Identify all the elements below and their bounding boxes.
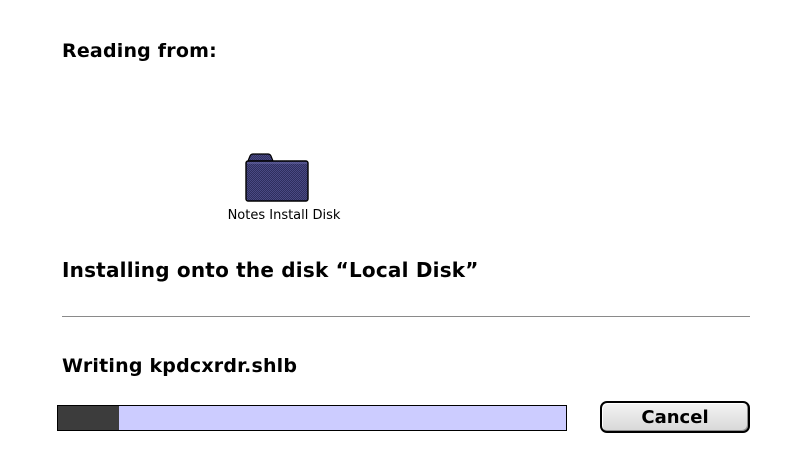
status-text: Writing kpdcxrdr.shlb [62,355,298,377]
reading-from-label: Reading from: [62,40,217,62]
installer-dialog: Reading from: Notes Install Disk Install… [0,0,796,476]
source-disk: Notes Install Disk [204,150,364,234]
source-disk-label: Notes Install Disk [227,208,341,223]
folder-icon [245,153,309,202]
divider [62,316,750,317]
progress-bar-fill [58,406,119,430]
cancel-button[interactable]: Cancel [600,401,750,433]
progress-bar [57,405,567,431]
installing-destination-text: Installing onto the disk “Local Disk” [62,258,479,282]
